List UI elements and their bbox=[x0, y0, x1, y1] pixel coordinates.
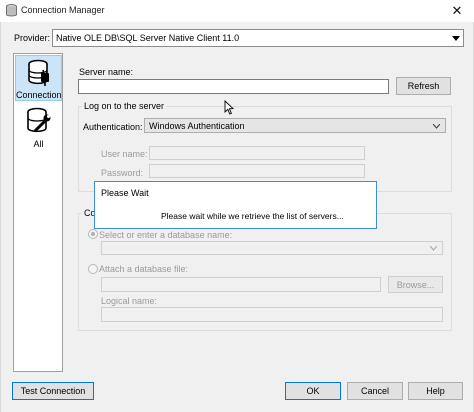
please-wait-title: Please Wait bbox=[101, 188, 149, 198]
user-name-label: User name: bbox=[101, 149, 148, 159]
user-name-input[interactable] bbox=[149, 146, 365, 160]
authentication-label: Authentication: bbox=[83, 122, 143, 132]
chevron-down-icon bbox=[433, 124, 440, 129]
sidebar-item-all[interactable]: All bbox=[15, 104, 62, 150]
sidebar-item-label: Connection bbox=[16, 90, 62, 100]
browse-button[interactable]: Browse... bbox=[388, 276, 443, 293]
logon-group-title: Log on to the server bbox=[82, 101, 167, 111]
provider-value: Native OLE DB\SQL Server Native Client 1… bbox=[56, 33, 240, 43]
sidebar: Connection All bbox=[13, 53, 63, 372]
app-database-icon bbox=[6, 4, 17, 17]
window-title: Connection Manager bbox=[21, 5, 105, 15]
authentication-combo[interactable]: Windows Authentication bbox=[144, 118, 446, 133]
database-file-input[interactable] bbox=[101, 277, 381, 292]
select-database-label: Select or enter a database name: bbox=[99, 230, 233, 240]
chevron-down-icon bbox=[452, 36, 460, 41]
mouse-cursor-icon bbox=[224, 100, 234, 115]
please-wait-dialog: Please Wait Please wait while we retriev… bbox=[94, 181, 377, 229]
logical-name-label: Logical name: bbox=[101, 296, 158, 306]
logical-name-input[interactable] bbox=[101, 307, 443, 322]
please-wait-message: Please wait while we retrieve the list o… bbox=[161, 211, 344, 221]
server-name-input[interactable] bbox=[78, 79, 389, 94]
attach-database-label: Attach a database file: bbox=[99, 264, 189, 274]
title-bar: Connection Manager ✕ bbox=[0, 0, 474, 22]
select-database-radio[interactable] bbox=[88, 229, 98, 239]
database-plug-icon bbox=[28, 59, 49, 86]
database-name-combo[interactable] bbox=[101, 241, 443, 255]
authentication-value: Windows Authentication bbox=[149, 121, 245, 131]
provider-combo[interactable]: Native OLE DB\SQL Server Native Client 1… bbox=[52, 29, 464, 47]
chevron-down-icon bbox=[430, 246, 437, 251]
test-connection-button[interactable]: Test Connection bbox=[12, 382, 94, 400]
cancel-button[interactable]: Cancel bbox=[347, 382, 403, 400]
close-button[interactable]: ✕ bbox=[444, 2, 470, 20]
sidebar-item-label: All bbox=[33, 139, 44, 149]
password-label: Password: bbox=[101, 168, 144, 178]
database-wrench-icon bbox=[27, 107, 51, 133]
provider-label: Provider: bbox=[14, 33, 51, 43]
password-input[interactable] bbox=[149, 164, 365, 178]
help-button[interactable]: Help bbox=[408, 382, 463, 400]
server-name-label: Server name: bbox=[79, 67, 134, 77]
sidebar-item-connection[interactable]: Connection bbox=[15, 55, 62, 101]
attach-database-radio[interactable] bbox=[88, 264, 98, 274]
refresh-button[interactable]: Refresh bbox=[396, 77, 451, 95]
ok-button[interactable]: OK bbox=[285, 382, 341, 400]
